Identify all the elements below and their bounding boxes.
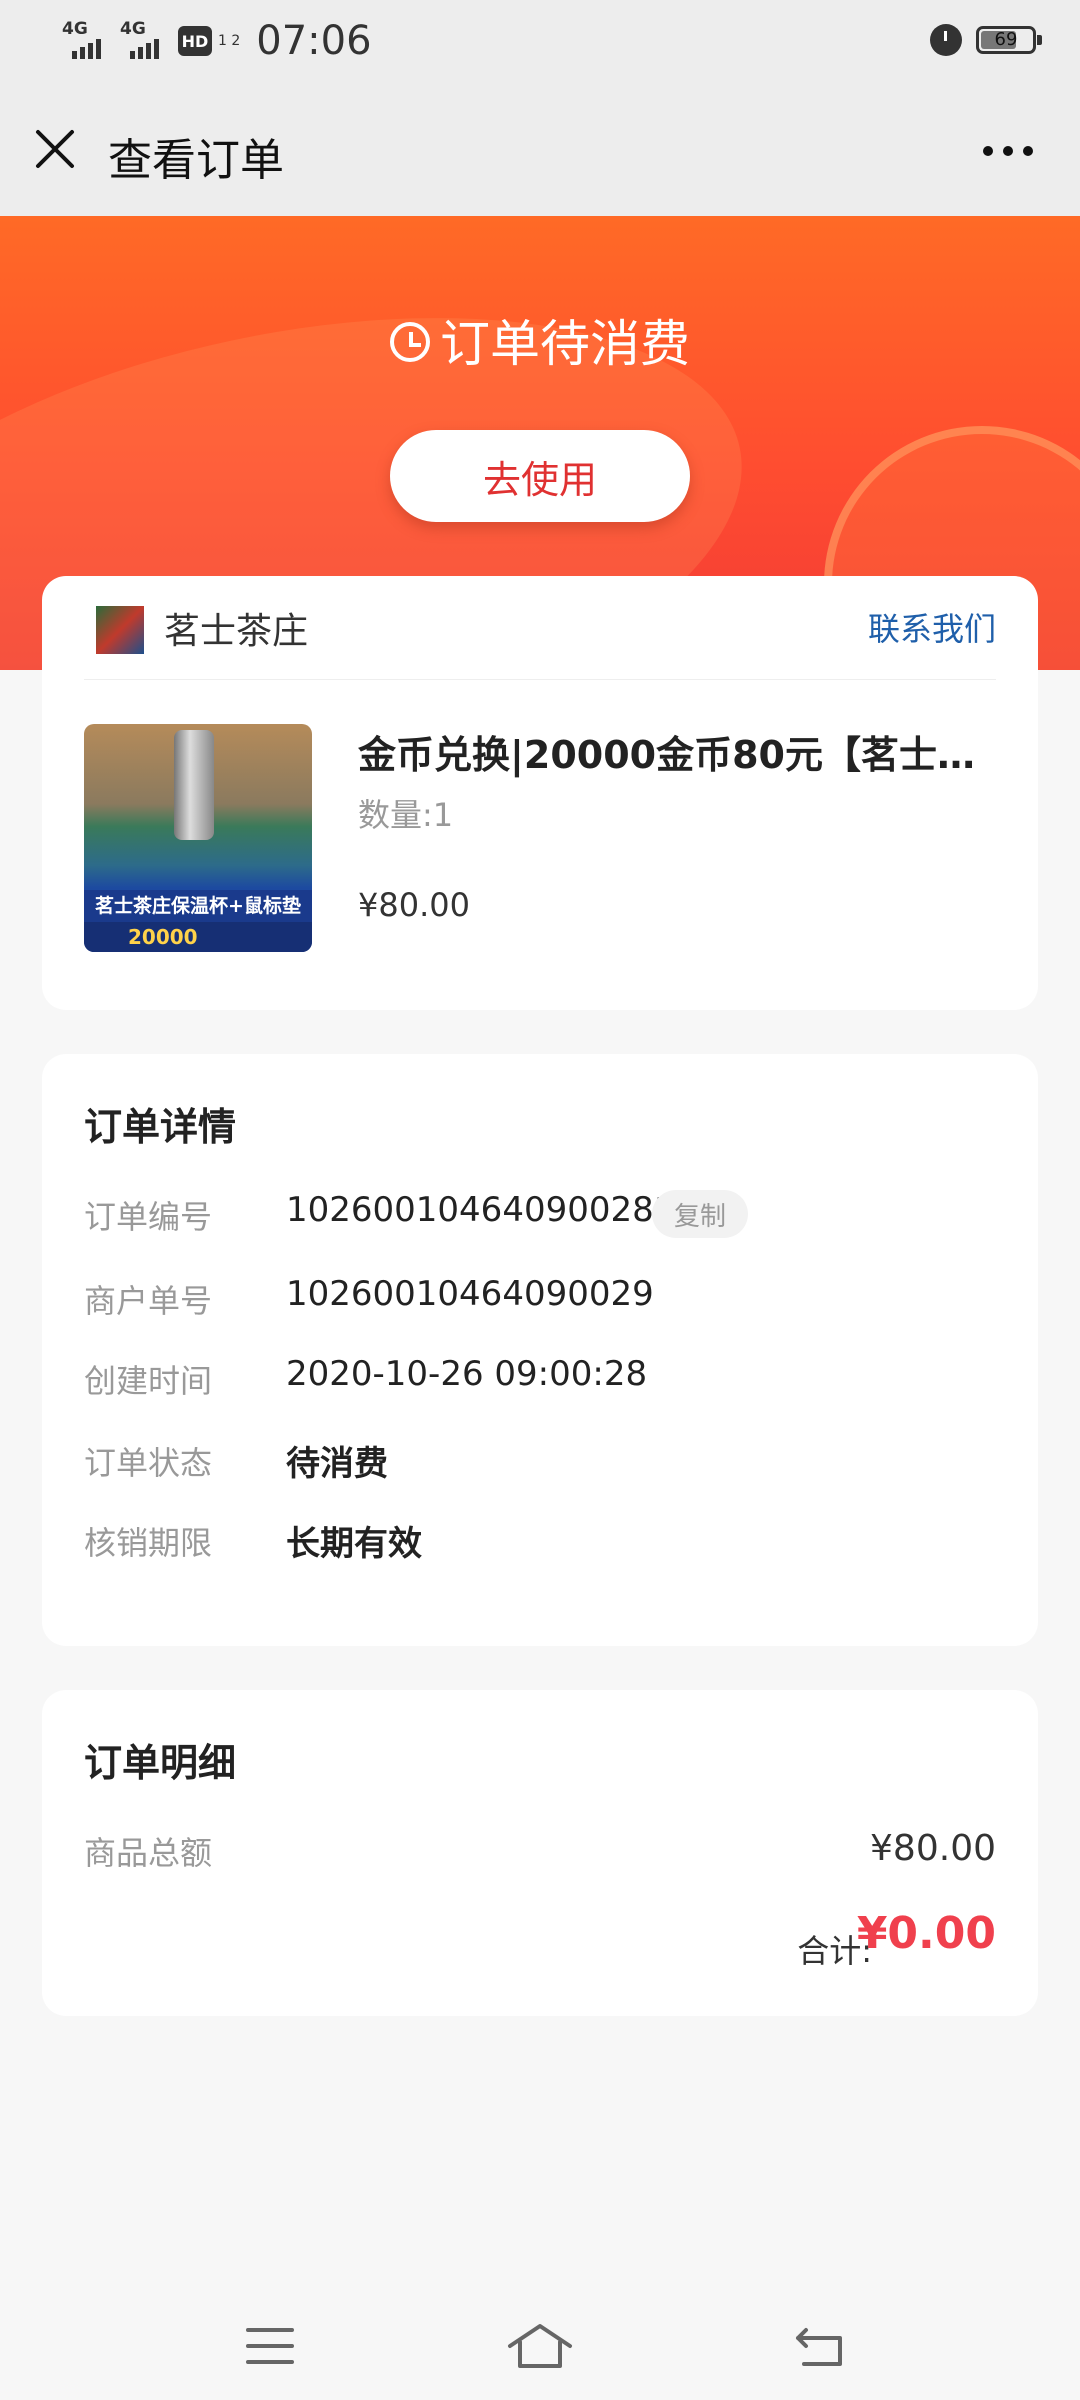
home-icon[interactable] [504, 2316, 576, 2376]
contact-us-link[interactable]: 联系我们 [868, 604, 996, 650]
battery-level: 69 [994, 29, 1018, 50]
product-image-caption: 茗士茶庄保温杯+鼠标垫 [84, 890, 312, 922]
hd-sub-label: 1 2 [218, 33, 241, 49]
order-status-label: 订单状态 [84, 1444, 213, 1482]
merchant-number-value: 10260010464090029 [286, 1274, 654, 1314]
system-navigation-bar [0, 2290, 1080, 2400]
product-image-price: 20000 [84, 922, 312, 952]
product-title[interactable]: 金币兑换|20000金币80元【茗士… [358, 724, 998, 779]
nav-bar: 查看订单 [0, 86, 1080, 216]
merchant-number-label: 商户单号 [84, 1282, 213, 1320]
product-image[interactable]: 茗士茶庄保温杯+鼠标垫 20000 [84, 724, 312, 952]
store-name[interactable]: 茗士茶庄 [164, 602, 308, 654]
order-detail-card: 订单详情 订单编号 102600104640900281 复制 商户单号 102… [42, 1054, 1038, 1646]
use-button[interactable]: 去使用 [390, 430, 690, 522]
network-type-1: 4G [62, 19, 88, 39]
page-title: 查看订单 [108, 135, 284, 186]
copy-button[interactable]: 复制 [652, 1190, 748, 1238]
order-number-value: 102600104640900281 [286, 1190, 676, 1230]
clock-icon [390, 321, 430, 362]
order-detail-title: 订单详情 [84, 1105, 237, 1149]
menu-icon[interactable] [240, 2316, 300, 2376]
order-bill-card: 订单明细 商品总额 ¥80.00 合计: ¥0.00 [42, 1690, 1038, 2016]
created-time-label: 创建时间 [84, 1362, 213, 1400]
order-bill-title: 订单明细 [84, 1741, 237, 1785]
created-time-value: 2020-10-26 09:00:28 [286, 1354, 648, 1394]
total-value: ¥0.00 [856, 1908, 996, 1959]
more-icon[interactable] [976, 136, 1040, 166]
divider [84, 679, 996, 680]
validity-label: 核销期限 [84, 1524, 213, 1562]
signal-icon-1: 4G [62, 19, 106, 63]
subtotal-value: ¥80.00 [870, 1828, 996, 1869]
network-type-2: 4G [120, 19, 146, 39]
alarm-icon [930, 24, 962, 56]
back-icon[interactable] [790, 2316, 850, 2376]
battery-icon: 69 [976, 26, 1042, 54]
subtotal-label: 商品总额 [84, 1834, 213, 1872]
product-quantity: 数量:1 [358, 796, 454, 834]
status-bar: 4G 4G HD 1 2 07:06 69 [0, 0, 1080, 86]
hd-icon: HD [178, 26, 212, 56]
validity-value: 长期有效 [286, 1524, 422, 1564]
status-right: 69 [930, 24, 1042, 56]
status-left: 4G 4G HD 1 2 07:06 [62, 18, 372, 64]
order-status-text: 订单待消费 [440, 315, 690, 373]
product-price: ¥80.00 [358, 886, 470, 924]
thermos-cup-image [174, 730, 214, 840]
order-number-label: 订单编号 [84, 1198, 213, 1236]
store-logo [96, 606, 144, 654]
close-icon[interactable] [30, 124, 80, 174]
order-status-value: 待消费 [286, 1444, 388, 1484]
status-time: 07:06 [256, 18, 372, 64]
order-status: 订单待消费 [0, 304, 1080, 376]
store-card: 茗士茶庄 联系我们 茗士茶庄保温杯+鼠标垫 20000 金币兑换|20000金币… [42, 576, 1038, 1010]
signal-icon-2: 4G [120, 19, 164, 63]
